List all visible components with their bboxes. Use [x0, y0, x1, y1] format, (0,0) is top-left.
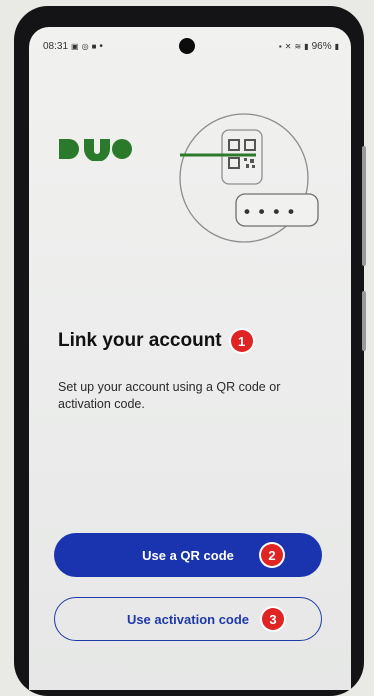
- status-bar: 08:31 ▣ ◎ ■ • ▪ ✕ ≋ ▮ 96% ▮: [29, 27, 351, 63]
- mute-icon: ✕: [284, 41, 292, 51]
- status-left: 08:31 ▣ ◎ ■ •: [43, 41, 103, 52]
- use-activation-code-label: Use activation code: [126, 611, 250, 627]
- annotation-marker-2: 2: [261, 544, 283, 566]
- battery-icon: ▮: [334, 41, 339, 51]
- wifi-icon: ≋: [294, 41, 302, 51]
- status-right: ▪ ✕ ≋ ▮ 96% ▮: [279, 41, 339, 52]
- volume-button: [362, 146, 366, 266]
- activation-code-dots: • • • •: [244, 202, 296, 221]
- voicemail-icon: ◎: [81, 41, 89, 51]
- power-button: [362, 291, 366, 351]
- clock: 08:31: [43, 41, 69, 52]
- use-activation-code-button[interactable]: Use activation code 3: [54, 597, 322, 641]
- battery-text: 96%: [311, 41, 332, 52]
- front-camera: [179, 38, 195, 54]
- app-screen: 08:31 ▣ ◎ ■ • ▪ ✕ ≋ ▮ 96% ▮ • • • • Link…: [29, 27, 351, 690]
- duo-logo: [59, 139, 134, 166]
- annotation-marker-3: 3: [262, 608, 284, 630]
- use-qr-code-button[interactable]: Use a QR code 2: [54, 533, 322, 577]
- more-notifications-dot: •: [99, 41, 103, 52]
- title-row: Link your account 1: [58, 330, 253, 352]
- use-qr-code-label: Use a QR code: [142, 547, 234, 563]
- photos-icon: ▣: [71, 41, 79, 51]
- signal-icon: ▮: [304, 41, 309, 51]
- description-text: Set up your account using a QR code or a…: [58, 380, 281, 411]
- page-title: Link your account: [58, 330, 222, 351]
- setup-illustration: [174, 87, 324, 282]
- annotation-marker-1: 1: [230, 330, 253, 352]
- nfc-icon: ▪: [278, 41, 282, 51]
- app-icon: ■: [91, 41, 97, 51]
